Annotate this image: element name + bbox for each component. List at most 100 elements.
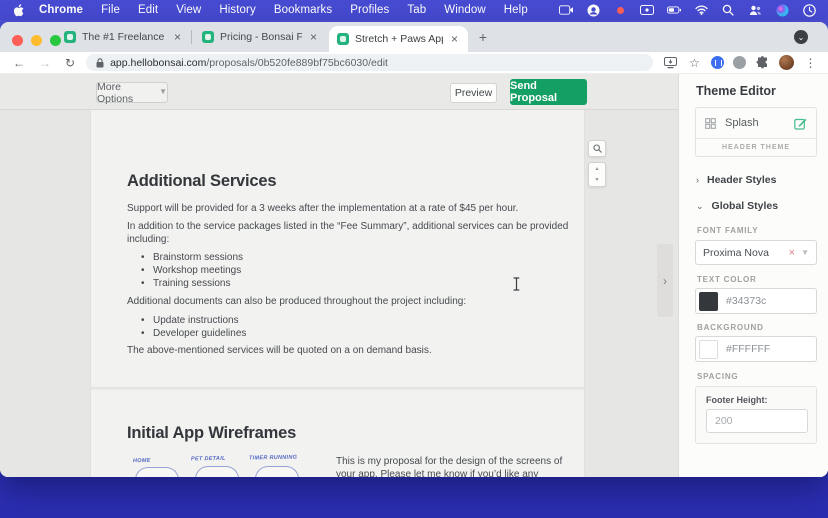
footer-height-input[interactable]	[706, 409, 808, 433]
text-color-value: #34373c	[726, 295, 766, 307]
wireframe-label: PET DETAIL	[191, 456, 226, 463]
wifi-icon[interactable]	[694, 3, 708, 17]
record-dot-icon[interactable]	[613, 3, 627, 17]
list-item[interactable]: Developer guidelines	[141, 327, 561, 340]
padlock-icon[interactable]	[96, 58, 104, 68]
back-button[interactable]: ←	[6, 56, 32, 70]
menu-window[interactable]: Window	[435, 4, 495, 16]
spacing-card: Footer Height:	[695, 386, 817, 444]
sidebar-toggle-handle[interactable]: ›	[657, 244, 673, 317]
menubar-app-name[interactable]: Chrome	[35, 4, 92, 16]
list-item[interactable]: Training sessions	[141, 277, 561, 290]
preview-button[interactable]: Preview	[450, 83, 497, 103]
clock-icon[interactable]	[802, 3, 816, 17]
extension-icon-gray[interactable]	[733, 56, 746, 69]
splash-theme-card[interactable]: Splash HEADER THEME	[695, 107, 817, 157]
tab-divider	[191, 30, 192, 44]
paragraph[interactable]: In addition to the service packages list…	[127, 220, 579, 246]
header-styles-accordion[interactable]: › Header Styles	[696, 174, 776, 186]
close-icon[interactable]: ×	[172, 30, 183, 44]
edit-theme-icon[interactable]	[794, 117, 807, 130]
camera-app-icon[interactable]	[586, 3, 600, 17]
list-item[interactable]: Update instructions	[141, 314, 561, 327]
apple-menu-icon[interactable]	[14, 4, 25, 17]
menu-bookmarks[interactable]: Bookmarks	[265, 4, 341, 16]
extension-icon-blue[interactable]	[711, 56, 724, 69]
browser-menu-icon[interactable]: ⋮	[803, 55, 818, 70]
paragraph[interactable]: The above-mentioned services will be quo…	[127, 344, 579, 357]
scroll-down-button[interactable]: ▼	[588, 174, 606, 187]
new-tab-button[interactable]: +	[474, 28, 492, 46]
chevron-down-icon[interactable]: ▼	[801, 248, 809, 257]
url-text: app.hellobonsai.com/proposals/0b520fe889…	[110, 57, 388, 69]
menu-history[interactable]: History	[210, 4, 264, 16]
list-item[interactable]: Brainstorm sessions	[141, 251, 561, 264]
profile-avatar[interactable]	[779, 55, 794, 70]
wireframe-sketch[interactable]	[195, 466, 239, 477]
extensions-puzzle-icon[interactable]	[755, 55, 770, 70]
bonsai-favicon	[202, 31, 214, 43]
wireframe-sketch[interactable]	[255, 466, 299, 477]
bookmark-star-icon[interactable]: ☆	[687, 55, 702, 70]
tab-title: Pricing - Bonsai Freelance Sc	[220, 31, 302, 43]
global-styles-label: Global Styles	[712, 200, 779, 212]
display-icon[interactable]	[640, 3, 654, 17]
background-label: BACKGROUND	[697, 323, 764, 332]
menu-edit[interactable]: Edit	[129, 4, 167, 16]
close-window-button[interactable]	[12, 35, 23, 46]
background-color-input[interactable]: #FFFFFF	[695, 336, 817, 362]
text-color-swatch[interactable]	[699, 292, 718, 311]
battery-icon[interactable]	[667, 3, 681, 17]
tab-pricing[interactable]: Pricing - Bonsai Freelance Sc ×	[194, 22, 327, 52]
menu-tab[interactable]: Tab	[398, 4, 435, 16]
extensions-row: ☆ ⋮	[663, 55, 828, 70]
header-theme-caption: HEADER THEME	[696, 138, 816, 156]
menu-file[interactable]: File	[92, 4, 129, 16]
paragraph[interactable]: Support will be provided for a 3 weeks a…	[127, 202, 579, 215]
address-bar[interactable]: app.hellobonsai.com/proposals/0b520fe889…	[86, 54, 653, 71]
menu-view[interactable]: View	[167, 4, 210, 16]
tab-freelance-suite[interactable]: The #1 Freelance Product Suit ×	[56, 22, 191, 52]
proposal-page: Additional Services Support will be prov…	[90, 110, 585, 477]
wireframe-sketch[interactable]	[135, 467, 179, 477]
background-color-swatch[interactable]	[699, 340, 718, 359]
close-icon[interactable]: ×	[449, 32, 460, 46]
paragraph[interactable]: This is my proposal for the design of th…	[336, 455, 574, 477]
bullet-list[interactable]: Update instructions Developer guidelines	[141, 314, 561, 340]
section-divider	[91, 387, 584, 390]
more-options-button[interactable]: More Options ▼	[96, 82, 168, 103]
menu-help[interactable]: Help	[495, 4, 537, 16]
send-proposal-button[interactable]: Send Proposal	[510, 79, 587, 105]
tab-search-icon[interactable]: ⌄	[794, 30, 808, 44]
zoom-button[interactable]	[588, 140, 606, 157]
list-item[interactable]: Workshop meetings	[141, 264, 561, 277]
text-color-input[interactable]: #34373c	[695, 288, 817, 314]
proposal-editor: More Options ▼ Preview Send Proposal Add…	[0, 74, 678, 477]
menubar-status-icons	[559, 3, 828, 17]
header-theme-name: Splash	[725, 117, 785, 129]
paragraph[interactable]: Additional documents can also be produce…	[127, 295, 579, 308]
global-styles-accordion[interactable]: ⌄ Global Styles	[696, 200, 778, 212]
bonsai-favicon	[337, 33, 349, 45]
reload-button[interactable]: ↻	[58, 56, 82, 70]
tab-title: The #1 Freelance Product Suit	[82, 31, 166, 43]
forward-button[interactable]: →	[32, 56, 58, 70]
desktop: Chrome File Edit View History Bookmarks …	[0, 0, 828, 518]
clear-font-icon[interactable]: ×	[789, 247, 795, 259]
install-app-icon[interactable]	[663, 55, 678, 70]
screen-record-icon[interactable]	[559, 3, 573, 17]
minimize-window-button[interactable]	[31, 35, 42, 46]
font-family-select[interactable]: Proxima Nova × ▼	[695, 240, 817, 265]
footer-height-label: Footer Height:	[706, 395, 768, 405]
section-title-wireframes[interactable]: Initial App Wireframes	[127, 424, 296, 443]
section-title-additional-services[interactable]: Additional Services	[127, 172, 276, 191]
spotlight-icon[interactable]	[721, 3, 735, 17]
siri-icon[interactable]	[775, 3, 789, 17]
bullet-list[interactable]: Brainstorm sessions Workshop meetings Tr…	[141, 251, 561, 290]
tab-stretch-paws-proposal[interactable]: Stretch + Paws App Proposal – ×	[329, 26, 468, 52]
menu-profiles[interactable]: Profiles	[341, 4, 398, 16]
close-icon[interactable]: ×	[308, 30, 319, 44]
url-domain: app.hellobonsai.com	[110, 57, 206, 69]
address-bar-row: ← → ↻ app.hellobonsai.com/proposals/0b52…	[0, 52, 828, 74]
user-switch-icon[interactable]	[748, 3, 762, 17]
